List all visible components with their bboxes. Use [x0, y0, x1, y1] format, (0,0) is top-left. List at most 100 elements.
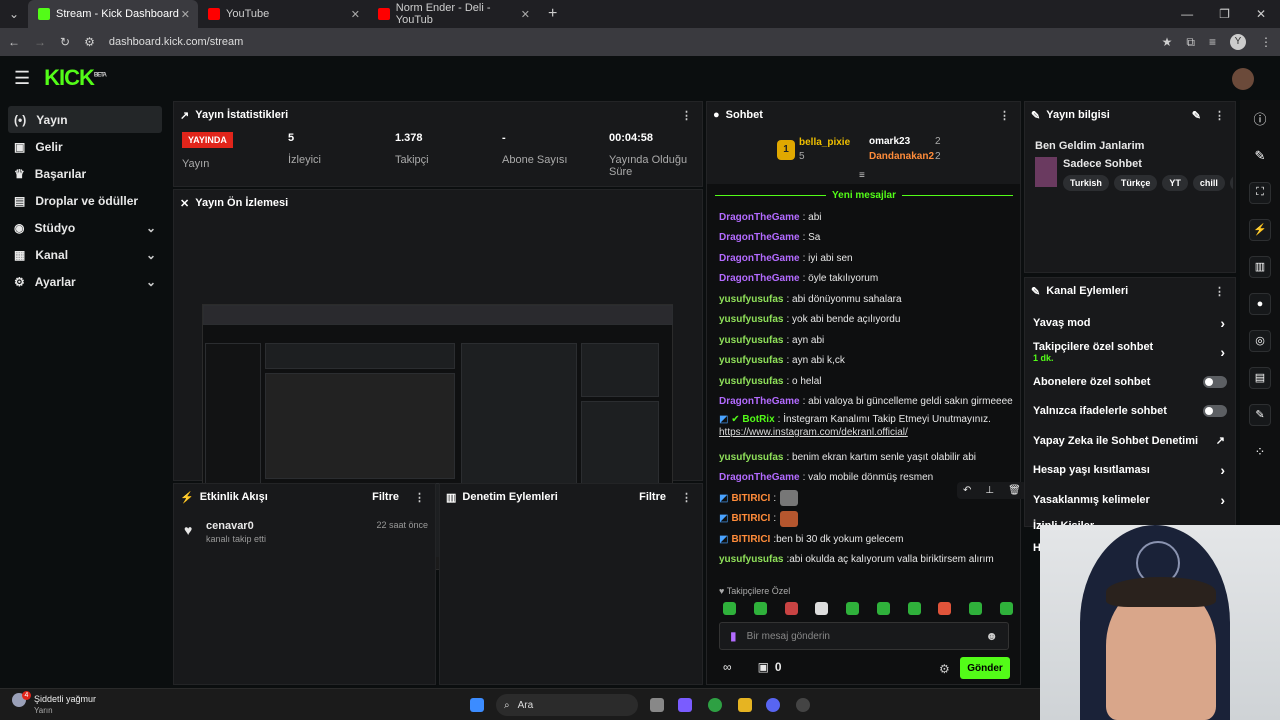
windows-start-icon[interactable] — [470, 698, 484, 712]
sidebar-item-droplar[interactable]: ▤ Droplar ve ödüller — [0, 187, 170, 214]
more-options-icon[interactable]: ⋮ — [1214, 285, 1225, 298]
reply-icon[interactable]: ↶ — [963, 485, 971, 496]
moderation-filter-button[interactable]: Filtre — [639, 491, 666, 503]
chat-username[interactable]: DragonTheGame — [719, 396, 800, 407]
emote-icon[interactable] — [938, 602, 952, 615]
close-icon[interactable]: ✕ — [521, 8, 530, 21]
sidebar-item-gelir[interactable]: ▣ Gelir — [0, 133, 170, 160]
chat-username[interactable]: yusufyusufas — [719, 314, 783, 325]
user-avatar[interactable] — [1232, 68, 1254, 90]
send-button[interactable]: Gönder — [960, 657, 1010, 679]
tab-kick-dashboard[interactable]: Stream - Kick Dashboard ✕ — [28, 0, 198, 28]
chat-username[interactable]: yusufyusufas — [719, 376, 783, 387]
maximize-icon[interactable]: ❐ — [1219, 7, 1230, 21]
task-view-icon[interactable] — [650, 698, 664, 712]
tab-norm-ender[interactable]: Norm Ender - Deli - YouTub ✕ — [368, 0, 538, 28]
chat-username[interactable]: DragonTheGame — [719, 253, 800, 264]
more-options-icon[interactable]: ⋮ — [999, 109, 1010, 122]
infinity-icon[interactable]: ∞ — [723, 660, 732, 674]
close-icon[interactable]: ✕ — [351, 8, 360, 21]
subs-only-item[interactable]: Abonelere özel sohbet — [1025, 367, 1235, 397]
url-field[interactable]: dashboard.kick.com/stream — [109, 36, 244, 48]
emote-icon[interactable] — [999, 602, 1013, 615]
close-window-icon[interactable]: ✕ — [1256, 7, 1266, 21]
chat-username[interactable]: yusufyusufas — [719, 294, 783, 305]
apps-icon[interactable]: ⁘ — [1240, 433, 1280, 470]
settings-gear-icon[interactable]: ⚙ — [939, 662, 950, 676]
reload-icon[interactable]: ↻ — [60, 35, 70, 49]
chat-username[interactable]: DragonTheGame — [719, 232, 800, 243]
back-icon[interactable]: ← — [8, 35, 20, 49]
moderation-toggle-icon[interactable]: ▥ — [1240, 248, 1280, 285]
age-restrict-item[interactable]: Hesap yaşı kısıtlaması › — [1025, 456, 1235, 486]
activity-filter-button[interactable]: Filtre — [372, 491, 399, 503]
ai-moderation-item[interactable]: Yapay Zeka ile Sohbet Denetimi ↗ — [1025, 426, 1235, 456]
more-options-icon[interactable]: ⋮ — [681, 109, 692, 122]
emote-icon[interactable] — [876, 602, 890, 615]
file-explorer-icon[interactable] — [738, 698, 752, 712]
chat-username[interactable]: DragonTheGame — [719, 273, 800, 284]
info-icon[interactable]: ⓘ — [1240, 100, 1280, 137]
slow-mode-item[interactable]: Yavaş mod › — [1025, 308, 1235, 338]
emote-icon[interactable] — [753, 602, 767, 615]
more-options-icon[interactable]: ⋮ — [1214, 109, 1225, 122]
more-options-icon[interactable]: ⋮ — [414, 491, 425, 504]
close-icon[interactable]: ✕ — [181, 8, 190, 21]
pin-icon[interactable]: ⊥ — [985, 485, 994, 496]
browser-menu-icon[interactable]: ⋮ — [1260, 35, 1272, 49]
chat-username[interactable]: yusufyusufas — [719, 335, 783, 346]
discord-icon[interactable] — [766, 698, 780, 712]
chat-username[interactable]: BITIRICI — [731, 493, 770, 504]
obs-icon[interactable] — [796, 698, 810, 712]
chat-username[interactable]: DragonTheGame — [719, 472, 800, 483]
stats-toggle-icon[interactable]: ▤ — [1240, 359, 1280, 396]
tab-youtube[interactable]: YouTube ✕ — [198, 0, 368, 28]
chat-toggle-icon[interactable]: ● — [1240, 285, 1280, 322]
preview-toggle-icon[interactable]: ⛶ — [1240, 174, 1280, 211]
emote-icon[interactable] — [723, 602, 736, 615]
sidebar-item-ayarlar[interactable]: ⚙ Ayarlar ⌄ — [0, 268, 170, 295]
sidebar-item-yayin[interactable]: (•) Yayın — [8, 106, 162, 133]
emote-icon[interactable] — [815, 602, 829, 615]
tools-toggle-icon[interactable]: ✎ — [1240, 396, 1280, 433]
copilot-icon[interactable] — [678, 698, 692, 712]
sidebar-item-studyo[interactable]: ◉ Stüdyo ⌄ — [0, 214, 170, 241]
hamburger-menu-icon[interactable]: ☰ — [14, 68, 30, 89]
followers-only-item[interactable]: Takipçilere özel sohbet 1 dk. › — [1025, 338, 1235, 368]
store-icon[interactable]: ▣ — [758, 660, 769, 674]
more-options-icon[interactable]: ⋮ — [681, 491, 692, 504]
media-icon[interactable]: ≡ — [1209, 35, 1216, 49]
chrome-icon[interactable] — [708, 698, 722, 712]
emote-icon[interactable] — [969, 602, 983, 615]
chat-link[interactable]: https://www.instagram.com/dekranl.offici… — [719, 427, 908, 438]
taskbar-search[interactable]: ⌕ Ara — [496, 694, 638, 716]
chat-username[interactable]: BITIRICI — [731, 534, 770, 545]
chat-username[interactable]: BITIRICI — [731, 513, 770, 524]
emotes-only-item[interactable]: Yalnızca ifadelerle sohbet — [1025, 397, 1235, 427]
pencil-icon[interactable]: ✎ — [1240, 137, 1280, 174]
profile-avatar[interactable]: Y — [1230, 34, 1246, 50]
emote-icon[interactable] — [784, 602, 798, 615]
activity-toggle-icon[interactable]: ⚡ — [1240, 211, 1280, 248]
delete-icon[interactable]: 🗑 — [1008, 485, 1021, 496]
forward-icon[interactable]: → — [34, 35, 46, 49]
collapse-icon[interactable]: ≡ — [859, 170, 865, 181]
edit-icon[interactable]: ✎ — [1192, 109, 1201, 122]
tab-search-icon[interactable]: ⌄ — [0, 7, 28, 21]
microphone-icon[interactable]: ▮ — [730, 629, 737, 643]
emote-icon[interactable] — [907, 602, 921, 615]
new-tab-icon[interactable]: + — [538, 5, 557, 23]
bookmark-star-icon[interactable]: ★ — [1162, 35, 1173, 49]
emote-icon[interactable] — [846, 602, 860, 615]
chat-username[interactable]: DragonTheGame — [719, 212, 800, 223]
minimize-icon[interactable]: — — [1181, 7, 1193, 21]
chat-username[interactable]: yusufyusufas — [719, 355, 783, 366]
site-info-icon[interactable]: ⚙ — [84, 35, 95, 49]
sidebar-item-basarilar[interactable]: ♛ Başarılar — [0, 160, 170, 187]
emoji-icon[interactable]: ☻ — [985, 629, 998, 643]
kick-logo[interactable]: KICKBETA — [44, 65, 107, 91]
sidebar-item-kanal[interactable]: ▦ Kanal ⌄ — [0, 241, 170, 268]
banned-words-item[interactable]: Yasaklanmış kelimeler › — [1025, 485, 1235, 515]
chat-input[interactable]: ▮ Bir mesaj gönderin ☻ — [719, 622, 1009, 650]
broadcast-toggle-icon[interactable]: ◎ — [1240, 322, 1280, 359]
